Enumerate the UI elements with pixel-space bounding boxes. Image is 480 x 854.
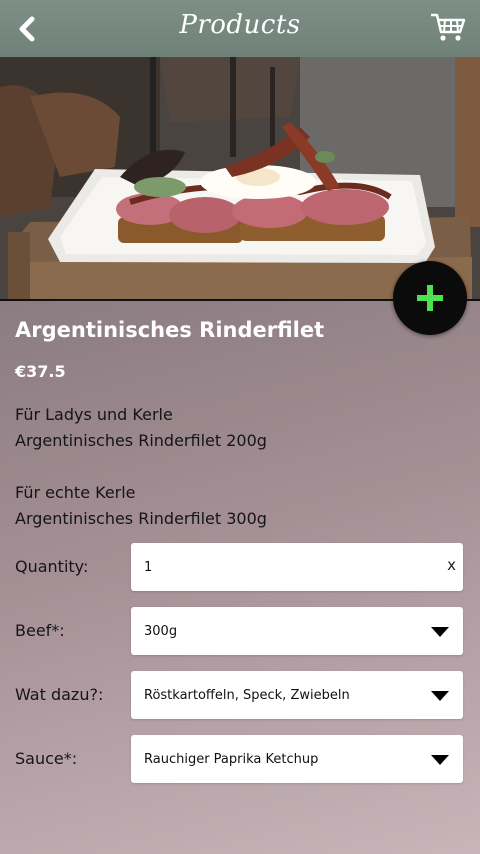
beef-select[interactable]: 300g [131,607,463,655]
add-to-cart-button[interactable] [393,261,467,335]
page-title: Products [179,10,301,40]
quantity-value: 1 [144,559,153,575]
dropdown-arrow-icon [431,627,449,637]
product-name: Argentinisches Rinderfilet [15,318,325,342]
dropdown-arrow-icon [431,755,449,765]
clear-quantity-button[interactable]: x [447,556,456,574]
top-bar: Products [0,0,480,57]
description-line: Für Ladys und Kerle [15,405,173,424]
sides-selected-value: Röstkartoffeln, Speck, Zwiebeln [144,687,350,703]
cart-button[interactable] [428,10,468,46]
sauce-selected-value: Rauchiger Paprika Ketchup [144,751,319,767]
quantity-label: Quantity: [15,557,89,576]
description-line: Argentinisches Rinderfilet 300g [15,509,267,528]
quantity-input[interactable]: 1 x [131,543,463,591]
dropdown-arrow-icon [431,691,449,701]
product-image [0,57,480,301]
description-line: Argentinisches Rinderfilet 200g [15,431,267,450]
sides-label: Wat dazu?: [15,685,104,704]
sauce-label: Sauce*: [15,749,78,768]
shopping-cart-icon [431,13,466,41]
sides-select[interactable]: Röstkartoffeln, Speck, Zwiebeln [131,671,463,719]
plus-icon [417,285,443,311]
beef-selected-value: 300g [144,623,178,639]
product-description: Für Ladys und Kerle Argentinisches Rinde… [15,402,375,532]
beef-label: Beef*: [15,621,65,640]
sauce-select[interactable]: Rauchiger Paprika Ketchup [131,735,463,783]
description-line: Für echte Kerle [15,483,136,502]
product-price: €37.5 [15,362,66,381]
